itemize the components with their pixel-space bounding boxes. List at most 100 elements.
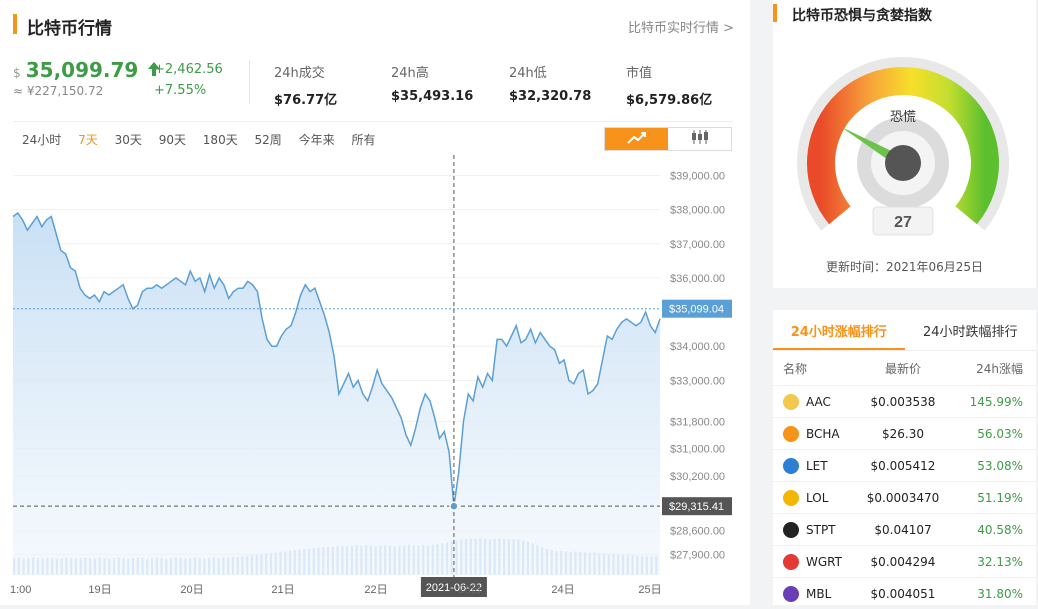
stat-label: 24h高	[391, 66, 429, 81]
y-tick-label: $27,900.00	[670, 550, 725, 562]
market-panel: 比特币行情 比特币实时行情 > $ 35,099.79 ≈ ¥227,150.7…	[0, 0, 750, 605]
y-tick-label: $36,000.00	[670, 273, 725, 285]
range-tabs: 24小时 7天 30天 90天 180天 52周 今年来 所有	[22, 131, 389, 148]
gauge-value: 27	[894, 214, 912, 231]
coin-change: 53.08%	[977, 459, 1023, 473]
tab-losers[interactable]: 24小时跌幅排行	[905, 315, 1037, 350]
ranking-row-aac[interactable]: AAC $0.003538 145.99%	[773, 385, 1036, 417]
stat-label: 24h低	[509, 66, 547, 81]
tab-180d[interactable]: 180天	[203, 131, 238, 148]
col-price: 最新价	[884, 362, 921, 376]
coin-price: $0.003538	[870, 395, 936, 409]
ranking-row-mbl[interactable]: MBL $0.004051 31.80%	[773, 577, 1036, 609]
coin-name: MBL	[806, 587, 832, 601]
coin-change: 145.99%	[969, 395, 1023, 409]
x-tick-label: 20日	[180, 584, 203, 596]
ranking-row-let[interactable]: LET $0.005412 53.08%	[773, 449, 1036, 481]
ranking-row-wgrt[interactable]: WGRT $0.004294 32.13%	[773, 545, 1036, 577]
tab-52w[interactable]: 52周	[255, 131, 282, 148]
ranking-tabs: 24小时涨幅排行 24小时跌幅排行	[773, 315, 1036, 351]
stat-high: 24h高 $35,493.16	[391, 62, 473, 104]
y-tick-label: $33,000.00	[670, 375, 725, 387]
stat-value: $32,320.78	[509, 89, 592, 104]
coin-name: WGRT	[806, 555, 842, 569]
x-tick-label: 21日	[271, 584, 294, 596]
y-tick-label: $35,099.04	[669, 304, 724, 316]
y-tick-label: $31,800.00	[670, 416, 725, 428]
gauge-center	[885, 145, 921, 181]
x-tick-label: 19日	[88, 584, 111, 596]
ranking-row-lol[interactable]: LOL $0.0003470 51.19%	[773, 481, 1036, 513]
tab-gainers[interactable]: 24小时涨幅排行	[773, 315, 905, 350]
coin-price: $0.004051	[870, 587, 936, 601]
lol-icon	[783, 490, 799, 506]
col-change: 24h涨幅	[976, 362, 1023, 376]
line-chart-button[interactable]	[605, 128, 668, 150]
stat-market-cap: 市值 $6,579.86亿	[626, 62, 712, 108]
aac-icon	[783, 394, 799, 410]
tab-30d[interactable]: 30天	[115, 131, 142, 148]
stat-value: $6,579.86亿	[626, 93, 713, 108]
tab-7d[interactable]: 7天	[78, 131, 98, 148]
y-tick-label: $31,000.00	[670, 444, 725, 456]
candlestick-icon	[690, 129, 710, 149]
coin-change: 31.80%	[977, 587, 1023, 601]
ranking-row-bcha[interactable]: BCHA $26.30 56.03%	[773, 417, 1036, 449]
coin-change: 32.13%	[977, 555, 1023, 569]
x-tick-label: 25日	[638, 584, 661, 596]
realtime-quotes-link[interactable]: 比特币实时行情 >	[628, 17, 734, 36]
y-tick-label: $38,000.00	[670, 205, 725, 217]
stat-value: $76.77亿	[274, 93, 338, 108]
stpt-icon	[783, 522, 799, 538]
divider	[249, 60, 250, 104]
tab-24h[interactable]: 24小时	[22, 131, 61, 148]
x-tick-label: 1:00	[10, 584, 31, 596]
tab-all[interactable]: 所有	[351, 131, 375, 148]
candlestick-button[interactable]	[668, 128, 731, 150]
coin-name: BCHA	[806, 427, 840, 441]
crosshair-point	[449, 501, 459, 511]
gauge-label: 恐慌	[890, 110, 916, 125]
currency-symbol: $	[13, 66, 21, 80]
coin-price: $26.30	[882, 427, 924, 441]
price-cny: ≈ ¥227,150.72	[13, 84, 104, 98]
fear-greed-updated: 更新时间：2021年06月25日	[825, 260, 984, 274]
page-title: 比特币行情	[27, 19, 112, 39]
y-tick-label: $34,000.00	[670, 341, 725, 353]
stat-low: 24h低 $32,320.78	[509, 62, 591, 104]
coin-name: STPT	[806, 523, 836, 537]
ranking-row-stpt[interactable]: STPT $0.04107 40.58%	[773, 513, 1036, 545]
mbl-icon	[783, 586, 799, 602]
y-tick-label: $28,600.00	[670, 526, 725, 538]
stat-label: 24h成交	[274, 66, 325, 81]
price-chart[interactable]: $39,000.00 $38,000.00 $37,000.00 $36,000.00…	[0, 155, 750, 605]
price-area	[13, 213, 660, 575]
price-row: $ 35,099.79	[13, 58, 161, 82]
coin-price: $0.04107	[874, 523, 932, 537]
let-icon	[783, 458, 799, 474]
coin-change: 51.19%	[977, 491, 1023, 505]
x-tick-label: 23日	[458, 584, 481, 596]
y-tick-label: $30,200.00	[670, 471, 725, 483]
y-tick-label: $39,000.00	[670, 170, 725, 182]
tab-ytd[interactable]: 今年来	[299, 131, 335, 148]
coin-name: LET	[806, 459, 828, 473]
y-tick-label: $29,315.41	[669, 501, 724, 513]
stat-value: $35,493.16	[391, 89, 474, 104]
x-tick-label: 22日	[364, 584, 387, 596]
title-accent-bar	[773, 4, 777, 22]
coin-price: $0.004294	[870, 555, 936, 569]
y-tick-label: $37,000.00	[670, 239, 725, 251]
fear-greed-gauge: 恐慌 27	[797, 57, 1009, 236]
col-name: 名称	[783, 362, 808, 376]
price-change-abs: +2,462.56	[154, 62, 223, 77]
wgrt-icon	[783, 554, 799, 570]
stat-label: 市值	[626, 66, 653, 81]
coin-change: 56.03%	[977, 427, 1023, 441]
coin-price: $0.0003470	[866, 491, 940, 505]
x-tick-label: 24日	[551, 584, 574, 596]
tab-90d[interactable]: 90天	[159, 131, 186, 148]
divider	[13, 121, 733, 122]
title-accent-bar	[13, 14, 17, 34]
price-change-pct: +7.55%	[154, 83, 207, 98]
